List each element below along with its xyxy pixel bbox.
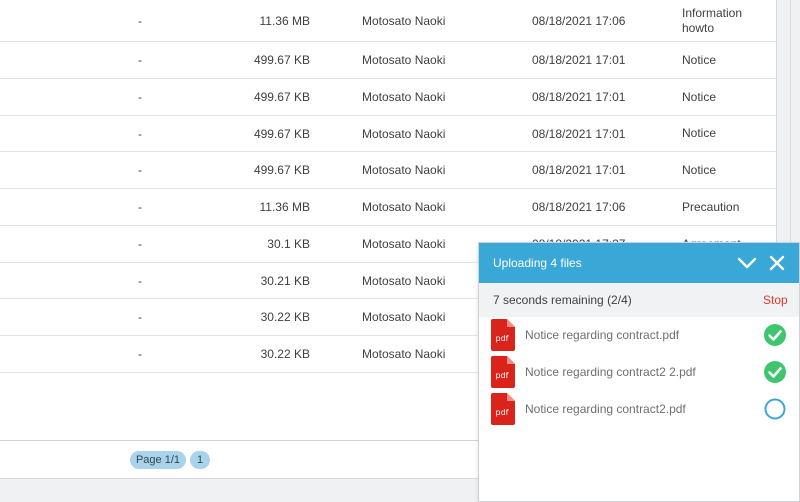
file-size-cell: 499.67 KB — [253, 53, 310, 67]
pdf-file-icon: pdf — [491, 356, 515, 388]
upload-header: Uploading 4 files — [479, 243, 799, 283]
upload-title: Uploading 4 files — [493, 256, 582, 270]
file-size-cell: 30.22 KB — [260, 310, 310, 324]
owner-cell: Motosato Naoki — [362, 347, 446, 361]
check-circle-icon — [763, 360, 787, 384]
row-dash-cell: - — [138, 200, 142, 214]
row-dash-cell: - — [138, 347, 142, 361]
file-name: Notice regarding contract2 2.pdf — [525, 365, 696, 379]
time-remaining: 7 seconds remaining (2/4) — [493, 293, 632, 307]
file-type-label: pdf — [495, 334, 509, 343]
file-name: Notice regarding contract2.pdf — [525, 402, 686, 416]
page-1-button[interactable]: 1 — [190, 451, 210, 469]
table-row[interactable]: - 499.67 KB Motosato Naoki 08/18/2021 17:01… — [0, 116, 776, 152]
owner-cell: Motosato Naoki — [362, 163, 446, 177]
file-size-cell: 30.22 KB — [260, 347, 310, 361]
category-cell: Information howto — [682, 5, 743, 35]
file-size-cell: 11.36 MB — [259, 200, 310, 214]
updated-date-cell: 08/18/2021 17:01 — [532, 53, 626, 67]
file-type-label: pdf — [495, 408, 509, 417]
row-dash-cell: - — [138, 237, 142, 251]
owner-cell: Motosato Naoki — [362, 200, 446, 214]
file-size-cell: 30.21 KB — [260, 273, 310, 288]
file-size-cell: 11.36 MB — [259, 13, 310, 28]
close-icon — [769, 255, 785, 271]
upload-file-item: pdf Notice regarding contract2.pdf — [479, 391, 799, 427]
category-cell: Notice — [682, 126, 717, 140]
row-dash-cell: - — [138, 53, 142, 67]
chevron-down-icon — [737, 257, 757, 269]
updated-date-cell: 08/18/2021 17:01 — [532, 126, 626, 141]
row-dash-cell: - — [138, 13, 142, 28]
file-name: Notice regarding contract.pdf — [525, 328, 680, 342]
upload-file-item: pdf Notice regarding contract2 2.pdf — [479, 354, 799, 390]
owner-cell: Motosato Naoki — [362, 237, 446, 251]
owner-cell: Motosato Naoki — [362, 53, 446, 67]
file-size-cell: 30.1 KB — [267, 237, 310, 251]
updated-date-cell: 08/18/2021 17:06 — [532, 200, 626, 214]
upload-file-item: pdf Notice regarding contract.pdf — [479, 317, 799, 353]
category-cell: Notice — [682, 162, 717, 177]
table-row[interactable]: - 11.36 MB Motosato Naoki 08/18/2021 17:06 I… — [0, 0, 776, 42]
row-dash-cell: - — [138, 163, 142, 177]
page-indicator: Page 1/1 — [130, 451, 186, 469]
file-size-cell: 499.67 KB — [253, 163, 310, 177]
pdf-file-icon: pdf — [491, 393, 515, 425]
category-cell: Notice — [682, 52, 717, 67]
file-size-cell: 499.67 KB — [253, 90, 310, 104]
table-row[interactable]: - 11.36 MB Motosato Naoki 08/18/2021 17:06 P… — [0, 189, 776, 226]
file-size-cell: 499.67 KB — [253, 126, 310, 141]
upload-status-bar: 7 seconds remaining (2/4) Stop — [479, 283, 799, 317]
file-type-label: pdf — [495, 371, 509, 380]
row-dash-cell: - — [138, 310, 142, 324]
row-dash-cell: - — [138, 90, 142, 104]
category-cell: Precaution — [682, 199, 740, 214]
row-dash-cell: - — [138, 126, 142, 141]
updated-date-cell: 08/18/2021 17:06 — [532, 13, 626, 28]
owner-cell: Motosato Naoki — [362, 126, 446, 141]
stop-button[interactable]: Stop — [763, 283, 788, 317]
row-dash-cell: - — [138, 273, 142, 288]
owner-cell: Motosato Naoki — [362, 13, 446, 28]
category-cell: Notice — [682, 89, 717, 104]
upload-progress-dialog: Uploading 4 files 7 seconds remaining (2… — [478, 242, 800, 502]
updated-date-cell: 08/18/2021 17:01 — [532, 163, 626, 177]
collapse-button[interactable] — [735, 251, 759, 275]
check-circle-icon — [763, 323, 787, 347]
owner-cell: Motosato Naoki — [362, 90, 446, 104]
owner-cell: Motosato Naoki — [362, 310, 446, 324]
table-row[interactable]: - 499.67 KB Motosato Naoki 08/18/2021 17:01… — [0, 152, 776, 189]
updated-date-cell: 08/18/2021 17:01 — [532, 90, 626, 104]
empty-circle-icon — [763, 397, 787, 421]
pdf-file-icon: pdf — [491, 319, 515, 351]
close-button[interactable] — [765, 251, 789, 275]
owner-cell: Motosato Naoki — [362, 273, 446, 288]
table-row[interactable]: - 499.67 KB Motosato Naoki 08/18/2021 17:01… — [0, 79, 776, 116]
table-row[interactable]: - 499.67 KB Motosato Naoki 08/18/2021 17:01… — [0, 42, 776, 79]
